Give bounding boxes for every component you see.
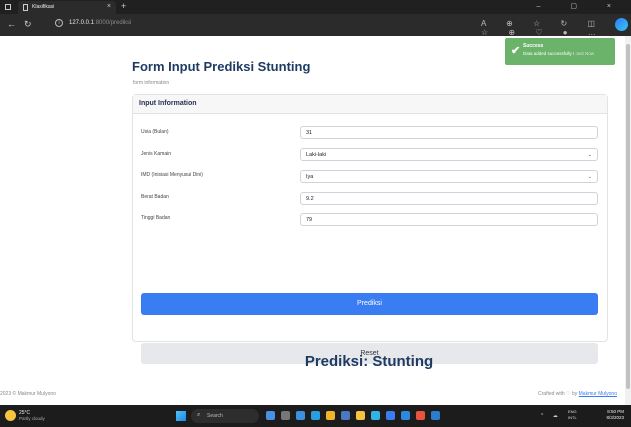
chevron-down-icon: ⌄	[587, 174, 592, 180]
app-icon[interactable]	[326, 411, 335, 420]
label-berat-badan: Berat Badan	[141, 194, 169, 200]
chevron-down-icon: ⌄	[587, 152, 592, 158]
author-link[interactable]: Makmur Mulyono	[579, 391, 617, 397]
toolbar-icons[interactable]: A ⊕ ☆ ↻ ◫ ☆ ⊕ ♡ ● …	[481, 19, 631, 37]
heart-icon: ♡	[566, 391, 571, 397]
input-tinggi-badan[interactable]: 79	[300, 213, 598, 226]
page-content: Form Input Prediksi Stunting form inform…	[0, 36, 625, 405]
select-imd-value: Iya	[306, 174, 314, 180]
address-bar: ← ↻ i 127.0.0.1:8000/prediksi A ⊕ ☆ ↻ ◫ …	[0, 14, 631, 37]
card-header: Input Information	[133, 95, 607, 114]
window-controls[interactable]: – ▢ ×	[537, 2, 625, 10]
weather-icon	[5, 410, 16, 421]
app-icon[interactable]	[416, 411, 425, 420]
start-icon[interactable]	[176, 411, 186, 421]
success-toast[interactable]: ✔ Success Data added successfully ! Just…	[505, 38, 615, 65]
app-icon[interactable]	[296, 411, 305, 420]
input-berat-badan-value: 9.2	[306, 196, 314, 202]
footer-credit: Crafted with ♡ by Makmur Mulyono	[538, 391, 617, 397]
scrollbar-thumb[interactable]	[626, 44, 630, 389]
tab-close-icon[interactable]: ×	[107, 3, 111, 10]
edge-icon[interactable]	[371, 411, 380, 420]
new-tab-button[interactable]: +	[121, 1, 126, 11]
prediction-result: Prediksi: Stunting	[304, 353, 434, 370]
tray-icons[interactable]: ^ ☁	[541, 413, 562, 419]
input-tinggi-badan-value: 79	[306, 217, 313, 223]
check-icon: ✔	[511, 45, 521, 57]
tab-title: Klasifikasi	[32, 4, 55, 10]
search-icon: ⌕	[197, 412, 201, 418]
page-scrollbar[interactable]	[625, 36, 631, 405]
footer-copyright: 2023 © Makmur Mulyono	[0, 391, 56, 397]
input-card: Input Information Usia (Bulan) 31 Jenis …	[132, 94, 608, 364]
app-icon[interactable]	[311, 411, 320, 420]
select-jenis-kelamin[interactable]: Laki-laki ⌄	[300, 148, 598, 161]
app-icon[interactable]	[281, 411, 290, 420]
app-icon[interactable]	[401, 411, 410, 420]
app-icon[interactable]	[266, 411, 275, 420]
windows-taskbar: 25°C Partly cloudy ⌕ Search ^ ☁ ENG INTL …	[0, 405, 631, 427]
page-icon	[23, 4, 28, 11]
page-title: Form Input Prediksi Stunting	[132, 59, 311, 74]
input-usia[interactable]: 31	[300, 126, 598, 139]
app-icon[interactable]	[341, 411, 350, 420]
language-indicator[interactable]: ENG INTL	[568, 409, 577, 421]
search-label: Search	[207, 413, 223, 419]
tab-actions-icon[interactable]	[5, 4, 11, 10]
input-usia-value: 31	[306, 130, 313, 136]
input-berat-badan[interactable]: 9.2	[300, 192, 598, 205]
weather-desc: Partly cloudy	[19, 416, 45, 421]
label-usia: Usia (Bulan)	[141, 129, 169, 135]
clock[interactable]: 8:50 PM 8/3/2023	[604, 409, 624, 421]
label-jenis-kelamin: Jenis Kamain	[141, 151, 172, 157]
app-icon[interactable]	[386, 411, 395, 420]
label-tinggi-badan: Tinggi Badan	[141, 215, 171, 221]
vscode-icon[interactable]	[431, 411, 440, 420]
taskbar-search[interactable]: ⌕ Search	[191, 409, 259, 423]
page-subtitle: form information	[133, 80, 170, 86]
site-info-icon[interactable]: i	[55, 19, 63, 27]
browser-tab[interactable]: Klasifikasi ×	[18, 1, 116, 14]
folder-icon[interactable]	[356, 411, 365, 420]
url-input[interactable]: i 127.0.0.1:8000/prediksi	[49, 17, 509, 31]
label-imd: IMD (Inisiasi Menyusui Dini)	[141, 172, 203, 178]
browser-tab-bar: Klasifikasi × + – ▢ ×	[0, 0, 631, 14]
edge-copilot-icon[interactable]	[615, 18, 628, 31]
select-jenis-kelamin-value: Laki-laki	[306, 152, 327, 158]
toast-title: Success	[523, 43, 544, 49]
back-icon[interactable]: ←	[7, 19, 16, 29]
predict-button[interactable]: Prediksi	[141, 293, 598, 315]
refresh-icon[interactable]: ↻	[24, 19, 32, 30]
card-header-title: Input Information	[139, 100, 197, 107]
url-text: 127.0.0.1:8000/prediksi	[69, 20, 132, 26]
select-imd[interactable]: Iya ⌄	[300, 170, 598, 183]
toast-message: Data added successfully ! Just Now	[523, 51, 595, 56]
